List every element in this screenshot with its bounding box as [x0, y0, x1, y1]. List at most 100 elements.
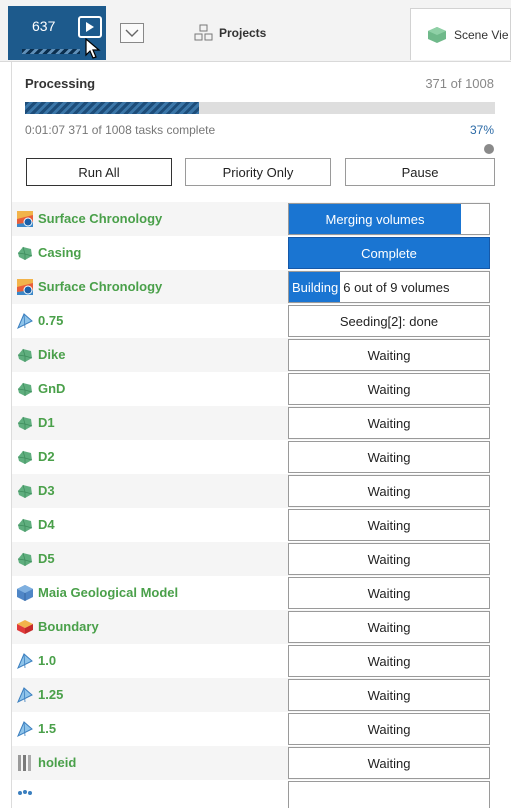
task-status-text: Complete [361, 245, 417, 261]
task-status: Building 6 out of 9 volumes [288, 271, 490, 303]
boundary-icon [16, 618, 34, 636]
task-row[interactable]: Dike Waiting [12, 338, 490, 372]
task-row[interactable]: D2 Waiting [12, 440, 490, 474]
task-status: Waiting [288, 373, 490, 405]
task-row-label: Boundary [38, 619, 99, 634]
task-row-label: D4 [38, 517, 55, 532]
geological-model-icon [16, 584, 34, 602]
task-row-label: D3 [38, 483, 55, 498]
tab-projects[interactable]: Projects [194, 24, 266, 42]
task-status-text: Merging volumes [325, 211, 425, 227]
pause-button[interactable]: Pause [345, 158, 495, 186]
task-row-label: D2 [38, 449, 55, 464]
task-row[interactable]: 1.5 Waiting [12, 712, 490, 746]
mouse-cursor-icon [85, 38, 101, 59]
task-status-fill: Merging volumes [289, 204, 461, 234]
building-chip: Building [289, 272, 341, 302]
task-status [288, 781, 490, 808]
task-row[interactable]: Casing Complete [12, 236, 490, 270]
task-status-text: 6 out of 9 volumes [343, 279, 450, 295]
task-status-text: Waiting [367, 721, 411, 737]
task-row-label: Maia Geological Model [38, 585, 179, 600]
overall-progress-fill [25, 102, 199, 114]
elapsed-time: 0:01:07 [25, 123, 66, 137]
task-row[interactable]: D4 Waiting [12, 508, 490, 542]
task-status: Waiting [288, 509, 490, 541]
task-list: Surface Chronology Merging volumes Casing C… [12, 202, 490, 808]
tab-scene-view[interactable]: Scene Vie [410, 8, 511, 60]
drillhole-icon [16, 754, 34, 772]
task-status-text: Waiting [367, 653, 411, 669]
processing-panel: Processing 371 of 1008 0:01:07 371 of 10… [11, 62, 500, 808]
task-row[interactable]: Surface Chronology Merging volumes [12, 202, 490, 236]
task-status: Waiting [288, 543, 490, 575]
priority-only-button[interactable]: Priority Only [185, 158, 331, 186]
scene-view-icon [428, 27, 446, 43]
task-row-label: GnD [38, 381, 66, 396]
task-row[interactable]: D1 Waiting [12, 406, 490, 440]
task-row[interactable]: 1.25 Waiting [12, 678, 490, 712]
task-row[interactable]: holeid Waiting [12, 746, 490, 780]
tab-projects-label: Projects [219, 26, 267, 40]
task-row-label: Surface Chronology [38, 211, 163, 226]
task-row[interactable]: Maia Geological Model Waiting [12, 576, 490, 610]
isosurface-icon [16, 720, 34, 738]
task-row-label: 1.5 [38, 721, 57, 736]
surface-chronology-icon [16, 210, 34, 228]
task-row-label: Casing [38, 245, 82, 260]
task-row[interactable]: D3 Waiting [12, 474, 490, 508]
surface-chronology-icon [16, 278, 34, 296]
isosurface-icon [16, 686, 34, 704]
play-icon[interactable] [78, 16, 102, 38]
task-row-label: Dike [38, 347, 66, 362]
task-row-label: holeid [38, 755, 77, 770]
task-row[interactable]: GnD Waiting [12, 372, 490, 406]
processing-status-text: 0:01:07 371 of 1008 tasks complete [25, 123, 215, 137]
task-status: Waiting [288, 645, 490, 677]
task-status: Waiting [288, 577, 490, 609]
overall-progress-bar [25, 102, 495, 114]
task-status-text: Waiting [367, 517, 411, 533]
task-row[interactable] [12, 780, 490, 808]
task-status: Waiting [288, 407, 490, 439]
task-status: Waiting [288, 339, 490, 371]
task-status: Waiting [288, 475, 490, 507]
task-status-text: Waiting [367, 585, 411, 601]
surface-icon [16, 482, 34, 500]
task-status-text: Waiting [367, 755, 411, 771]
points-icon [16, 788, 34, 806]
task-row-label: 0.75 [38, 313, 64, 328]
task-status: Waiting [288, 611, 490, 643]
task-row[interactable]: Surface Chronology Building 6 out of 9 vol… [12, 270, 490, 304]
task-status: Waiting [288, 713, 490, 745]
task-status: Seeding[2]: done [288, 305, 490, 337]
dropdown-button[interactable] [120, 23, 144, 43]
task-row[interactable]: 0.75 Seeding[2]: done [12, 304, 490, 338]
task-status-text: Waiting [367, 687, 411, 703]
surface-icon [16, 448, 34, 466]
run-all-button[interactable]: Run All [26, 158, 172, 186]
projects-icon [194, 24, 213, 41]
chevron-down-icon [125, 29, 139, 37]
task-row-label: 1.25 [38, 687, 64, 702]
tab-scene-view-label: Scene Vie [454, 28, 509, 42]
counter-progress-stripes [22, 49, 80, 54]
task-status-text: Waiting [367, 483, 411, 499]
surface-icon [16, 414, 34, 432]
task-status-text: Seeding[2]: done [339, 313, 439, 329]
task-status: Complete [288, 237, 490, 269]
task-status-text: Waiting [367, 619, 411, 635]
task-row[interactable]: Boundary Waiting [12, 610, 490, 644]
surface-icon [16, 346, 34, 364]
task-row[interactable]: D5 Waiting [12, 542, 490, 576]
task-row[interactable]: 1.0 Waiting [12, 644, 490, 678]
task-status-text: Waiting [367, 449, 411, 465]
scrollbar-thumb[interactable] [484, 144, 494, 154]
processing-count: 371 of 1008 [425, 76, 494, 91]
surface-icon [16, 380, 34, 398]
top-toolbar: 637 Projects Scene Vie [0, 0, 511, 62]
task-row-label: D1 [38, 415, 55, 430]
task-counter-text: 637 [32, 18, 56, 34]
surface-icon [16, 550, 34, 568]
task-status: Waiting [288, 679, 490, 711]
